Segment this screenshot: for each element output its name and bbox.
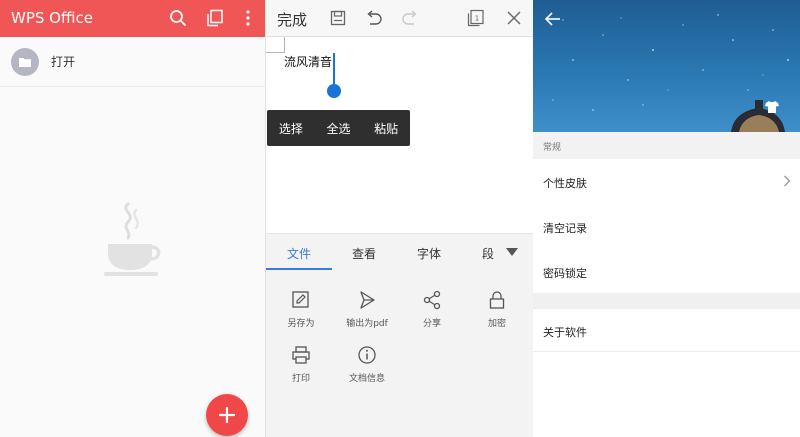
search-icon[interactable] <box>168 8 188 28</box>
share-button[interactable]: 分享 <box>399 290 465 340</box>
window-count: 1 <box>475 15 479 23</box>
print-icon <box>292 346 310 364</box>
export-pdf-button[interactable]: 输出为pdf <box>334 290 400 340</box>
chevron-right-icon <box>784 175 791 187</box>
save-icon[interactable] <box>328 8 348 28</box>
settings-panel: 常规 个性皮肤 清空记录 密码锁定 关于软件 <box>533 0 800 437</box>
print-label: 打印 <box>291 374 310 384</box>
export-pdf-label: 输出为pdf <box>346 319 388 329</box>
coffee-cup-icon <box>102 202 164 280</box>
tab-view[interactable]: 查看 <box>352 245 376 262</box>
close-icon[interactable] <box>504 8 524 28</box>
app-title: WPS Office <box>11 9 93 27</box>
tab-font[interactable]: 字体 <box>417 245 441 262</box>
tab-paragraph[interactable]: 段 <box>482 245 494 262</box>
undo-icon[interactable] <box>364 8 384 28</box>
document-text[interactable]: 流风清音 <box>284 53 332 70</box>
save-as-icon <box>292 291 309 308</box>
editor-panel: 完成 1 流风清音 选择 全选 粘贴 文件 查看 字体 段 另存为 输出为pdf… <box>266 0 533 437</box>
settings-header-image <box>533 0 800 132</box>
settings-row-skin[interactable]: 个性皮肤 <box>533 159 800 203</box>
encrypt-button[interactable]: 加密 <box>464 290 530 340</box>
document-info-button[interactable]: 文档信息 <box>334 345 400 395</box>
ribbon-tabs: 文件 查看 字体 段 <box>266 233 533 270</box>
triangle-down-icon[interactable] <box>506 248 518 256</box>
context-menu-paste[interactable]: 粘贴 <box>362 120 410 137</box>
clear-history-label: 清空记录 <box>543 222 587 235</box>
print-button[interactable]: 打印 <box>268 345 334 395</box>
home-panel: WPS Office 打开 <box>0 0 266 437</box>
file-tools-grid: 另存为 输出为pdf 分享 加密 打印 文档信息 <box>266 270 533 437</box>
redo-icon[interactable] <box>400 8 420 28</box>
editor-toolbar: 完成 1 <box>266 0 533 37</box>
open-item-label: 打开 <box>51 55 76 69</box>
lock-icon <box>489 291 505 309</box>
add-button[interactable] <box>206 394 248 436</box>
tshirt-icon[interactable] <box>765 101 779 113</box>
encrypt-label: 加密 <box>487 319 506 329</box>
export-pdf-icon <box>360 291 375 309</box>
save-as-label: 另存为 <box>287 319 315 329</box>
done-button[interactable]: 完成 <box>277 9 307 30</box>
back-arrow-icon[interactable] <box>543 9 563 29</box>
share-icon <box>423 290 441 310</box>
settings-row-about[interactable]: 关于软件 <box>533 308 800 352</box>
night-sky-illustration <box>552 14 789 132</box>
info-icon <box>358 346 376 364</box>
context-menu-select-all[interactable]: 全选 <box>315 120 363 137</box>
more-vert-icon[interactable] <box>238 8 258 28</box>
window-count-icon[interactable]: 1 <box>466 8 486 28</box>
settings-row-password-lock[interactable]: 密码锁定 <box>533 249 800 293</box>
document-canvas[interactable]: 流风清音 选择 全选 粘贴 <box>266 37 533 233</box>
settings-section-header: 常规 <box>533 132 800 159</box>
document-info-label: 文档信息 <box>348 374 385 384</box>
plus-icon <box>218 406 236 424</box>
share-label: 分享 <box>422 319 441 329</box>
page-corner-mark <box>266 37 285 53</box>
skin-label: 个性皮肤 <box>543 177 587 190</box>
context-menu: 选择 全选 粘贴 <box>267 110 410 146</box>
about-label: 关于软件 <box>543 326 587 339</box>
password-lock-label: 密码锁定 <box>543 267 587 280</box>
context-menu-select[interactable]: 选择 <box>267 120 315 137</box>
tab-file[interactable]: 文件 <box>287 245 311 262</box>
app-bar: WPS Office <box>0 0 265 37</box>
settings-row-clear-history[interactable]: 清空记录 <box>533 204 800 248</box>
folder-icon <box>11 48 39 76</box>
section-title: 常规 <box>543 143 562 153</box>
windows-icon[interactable] <box>205 8 225 28</box>
section-divider <box>533 293 800 308</box>
open-file-item[interactable]: 打开 <box>0 37 265 87</box>
cursor-handle[interactable] <box>327 84 341 98</box>
save-as-button[interactable]: 另存为 <box>268 290 334 340</box>
